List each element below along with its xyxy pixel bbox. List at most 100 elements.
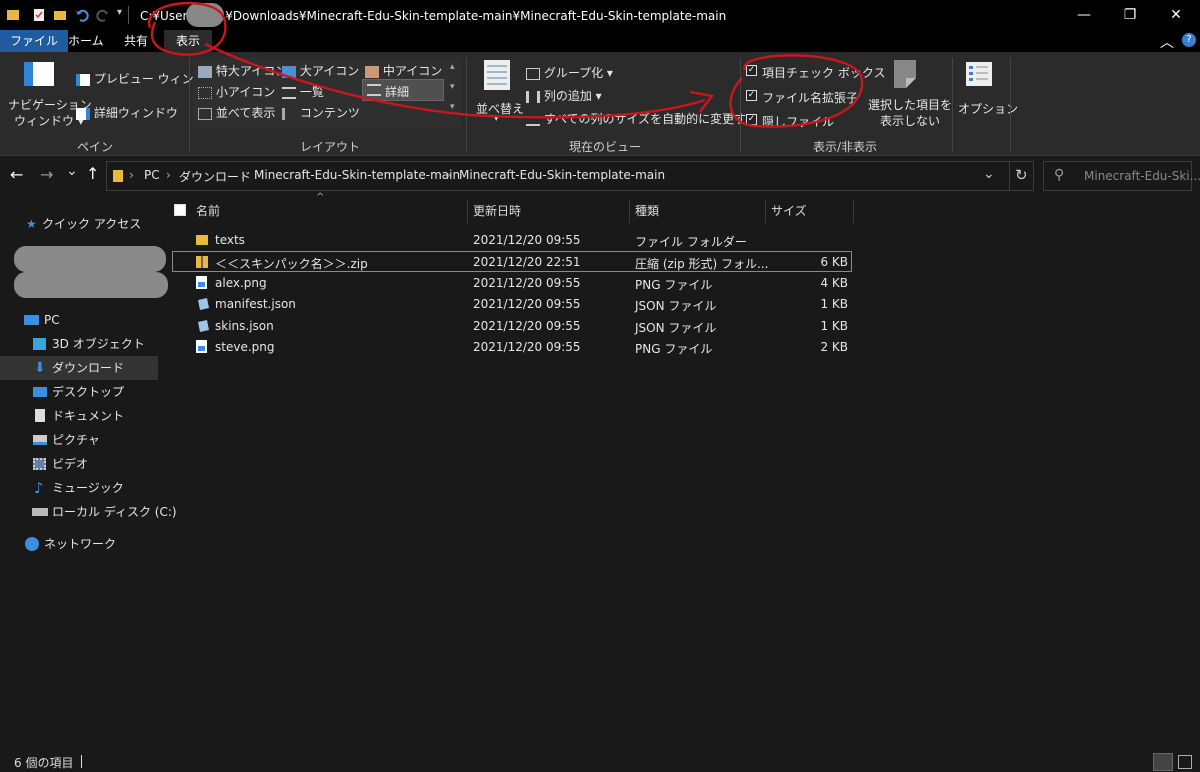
- file-extensions-checkbox[interactable]: ✓: [746, 90, 757, 101]
- file-type: ファイル フォルダー: [635, 235, 747, 249]
- tab-home[interactable]: ホーム: [58, 30, 114, 52]
- undo-icon[interactable]: [75, 8, 89, 22]
- column-divider[interactable]: [853, 199, 854, 223]
- group-by-button[interactable]: グループ化 ▾: [526, 64, 613, 81]
- layout-list[interactable]: 一覧: [282, 83, 324, 100]
- disk-icon: [32, 508, 48, 516]
- redo-icon[interactable]: [96, 8, 110, 22]
- item-checkboxes-checkbox[interactable]: ✓: [746, 65, 757, 76]
- properties-icon[interactable]: [32, 8, 46, 22]
- tab-share[interactable]: 共有: [114, 30, 158, 52]
- back-arrow-icon[interactable]: ←: [10, 165, 23, 184]
- column-header-size[interactable]: サイズ: [771, 199, 807, 223]
- maximize-button[interactable]: ❐: [1107, 0, 1153, 30]
- video-icon: [33, 458, 46, 470]
- small-icons-label: 小アイコン: [215, 85, 276, 99]
- hide-selected-label-1: 選択した項目を: [868, 98, 953, 112]
- breadcrumb-separator[interactable]: ›: [129, 168, 134, 182]
- search-box[interactable]: ⚲ Minecraft-Edu-Ski...: [1043, 161, 1200, 191]
- file-row[interactable]: alex.png 2021/12/20 09:55 PNG ファイル 4 KB: [172, 273, 852, 294]
- sidebar-item-videos[interactable]: ビデオ: [0, 452, 158, 476]
- forward-arrow-icon[interactable]: →: [40, 165, 53, 184]
- column-divider[interactable]: [629, 199, 630, 223]
- details-icon: [367, 84, 381, 96]
- minimize-button[interactable]: —: [1061, 0, 1107, 30]
- address-bar[interactable]: › PC › ダウンロード › Minecraft-Edu-Skin-templ…: [106, 161, 1034, 191]
- column-divider[interactable]: [467, 199, 468, 223]
- sidebar-item-label: ダウンロード: [52, 361, 125, 375]
- sidebar-item-quick-access[interactable]: ★ クイック アクセス: [0, 212, 158, 236]
- sidebar-item-label: ネットワーク: [44, 537, 117, 551]
- layout-medium-icons[interactable]: 中アイコン: [365, 62, 442, 79]
- gallery-expand-icon[interactable]: ▾: [450, 102, 455, 112]
- file-type: PNG ファイル: [635, 342, 713, 356]
- sidebar-item-downloads[interactable]: ⬇ ダウンロード: [0, 356, 158, 380]
- gallery-scroll-up-icon[interactable]: ▴: [450, 62, 455, 72]
- layout-xl-icons[interactable]: 特大アイコン: [198, 62, 287, 79]
- file-date: 2021/12/20 09:55: [473, 319, 581, 333]
- options-button[interactable]: オプション: [956, 58, 1018, 122]
- divider: [128, 6, 129, 24]
- details-pane-button[interactable]: 詳細ウィンドウ: [76, 104, 178, 121]
- hide-selected-items-button[interactable]: 選択した項目を 表示しない: [866, 58, 952, 128]
- sidebar-item-desktop[interactable]: デスクトップ: [0, 380, 158, 404]
- breadcrumb-pc[interactable]: PC: [144, 168, 160, 182]
- new-folder-icon[interactable]: [53, 8, 67, 22]
- address-dropdown-icon[interactable]: ⌄: [983, 166, 995, 182]
- up-arrow-icon[interactable]: ↑: [86, 164, 99, 183]
- large-icons-view-icon[interactable]: [1178, 755, 1192, 769]
- hide-selected-label-2: 表示しない: [880, 114, 941, 128]
- sidebar-item-pc[interactable]: PC: [0, 308, 158, 332]
- file-row[interactable]: manifest.json 2021/12/20 09:55 JSON ファイル…: [172, 294, 852, 315]
- tiles-label: 並べて表示: [215, 106, 276, 120]
- breadcrumb-project-subfolder[interactable]: Minecraft-Edu-Skin-template-main: [459, 168, 665, 182]
- file-row[interactable]: ＜＜スキンパック名＞＞.zip 2021/12/20 22:51 圧縮 (zip…: [172, 251, 852, 272]
- quick-access-dropdown[interactable]: ▾: [117, 7, 122, 18]
- layout-small-icons[interactable]: 小アイコン: [198, 83, 275, 100]
- layout-details-selected[interactable]: 詳細: [362, 79, 444, 101]
- file-size: 1 KB: [820, 297, 848, 311]
- current-view-group-label: 現在のビュー: [568, 140, 641, 154]
- recent-locations-icon[interactable]: ⌄: [66, 163, 78, 179]
- breadcrumb-separator[interactable]: ›: [241, 168, 246, 182]
- file-name: steve.png: [215, 340, 275, 354]
- sidebar-item-pictures[interactable]: ピクチャ: [0, 428, 158, 452]
- image-file-icon: [196, 276, 208, 293]
- sidebar-item-network[interactable]: ネットワーク: [0, 532, 158, 556]
- navigation-pane-button[interactable]: ナビゲーション ウィンドウ ▾: [8, 58, 92, 128]
- breadcrumb-project-folder[interactable]: Minecraft-Edu-Skin-template-main: [254, 168, 460, 182]
- close-button[interactable]: ✕: [1153, 0, 1199, 30]
- file-row[interactable]: texts 2021/12/20 09:55 ファイル フォルダー: [172, 230, 852, 251]
- tab-view[interactable]: 表示: [164, 30, 213, 52]
- size-all-columns-button[interactable]: すべての列のサイズを自動的に変更する: [526, 110, 758, 127]
- help-icon[interactable]: ?: [1182, 33, 1196, 47]
- details-view-icon[interactable]: [1153, 753, 1173, 771]
- file-row[interactable]: steve.png 2021/12/20 09:55 PNG ファイル 2 KB: [172, 337, 852, 358]
- refresh-icon[interactable]: ↻: [1015, 166, 1028, 184]
- sort-by-button[interactable]: 並べ替え ▾: [474, 58, 524, 124]
- add-columns-button[interactable]: 列の追加 ▾: [526, 87, 602, 104]
- pictures-icon: [33, 435, 47, 445]
- sidebar-item-documents[interactable]: ドキュメント: [0, 404, 158, 428]
- sidebar-item-music[interactable]: ♪ ミュージック: [0, 476, 158, 500]
- column-divider[interactable]: [765, 199, 766, 223]
- select-all-checkbox[interactable]: [174, 204, 186, 216]
- layout-content[interactable]: コンテンツ: [282, 104, 360, 121]
- column-header-name[interactable]: 名前: [196, 199, 220, 223]
- sidebar-item-local-disk[interactable]: ローカル ディスク (C:): [0, 500, 177, 524]
- file-name: skins.json: [215, 319, 274, 333]
- column-header-date[interactable]: 更新日時: [473, 199, 521, 223]
- breadcrumb-separator[interactable]: ›: [446, 168, 451, 182]
- column-header-type[interactable]: 種類: [635, 199, 659, 223]
- breadcrumb-separator[interactable]: ›: [166, 168, 171, 182]
- collapse-ribbon-icon[interactable]: ︿: [1160, 32, 1174, 52]
- gallery-scroll-down-icon[interactable]: ▾: [450, 82, 455, 92]
- window-title-path: C:¥Users¥ ¥Downloads¥Minecraft-Edu-Skin-…: [140, 9, 727, 23]
- folder-icon: [6, 8, 20, 22]
- layout-tiles[interactable]: 並べて表示: [198, 104, 275, 121]
- file-row[interactable]: skins.json 2021/12/20 09:55 JSON ファイル 1 …: [172, 316, 852, 337]
- sidebar-item-3d-objects[interactable]: 3D オブジェクト: [0, 332, 158, 356]
- layout-large-icons[interactable]: 大アイコン: [282, 62, 359, 79]
- 3d-objects-icon: [33, 338, 46, 350]
- hidden-items-checkbox[interactable]: ✓: [746, 114, 757, 125]
